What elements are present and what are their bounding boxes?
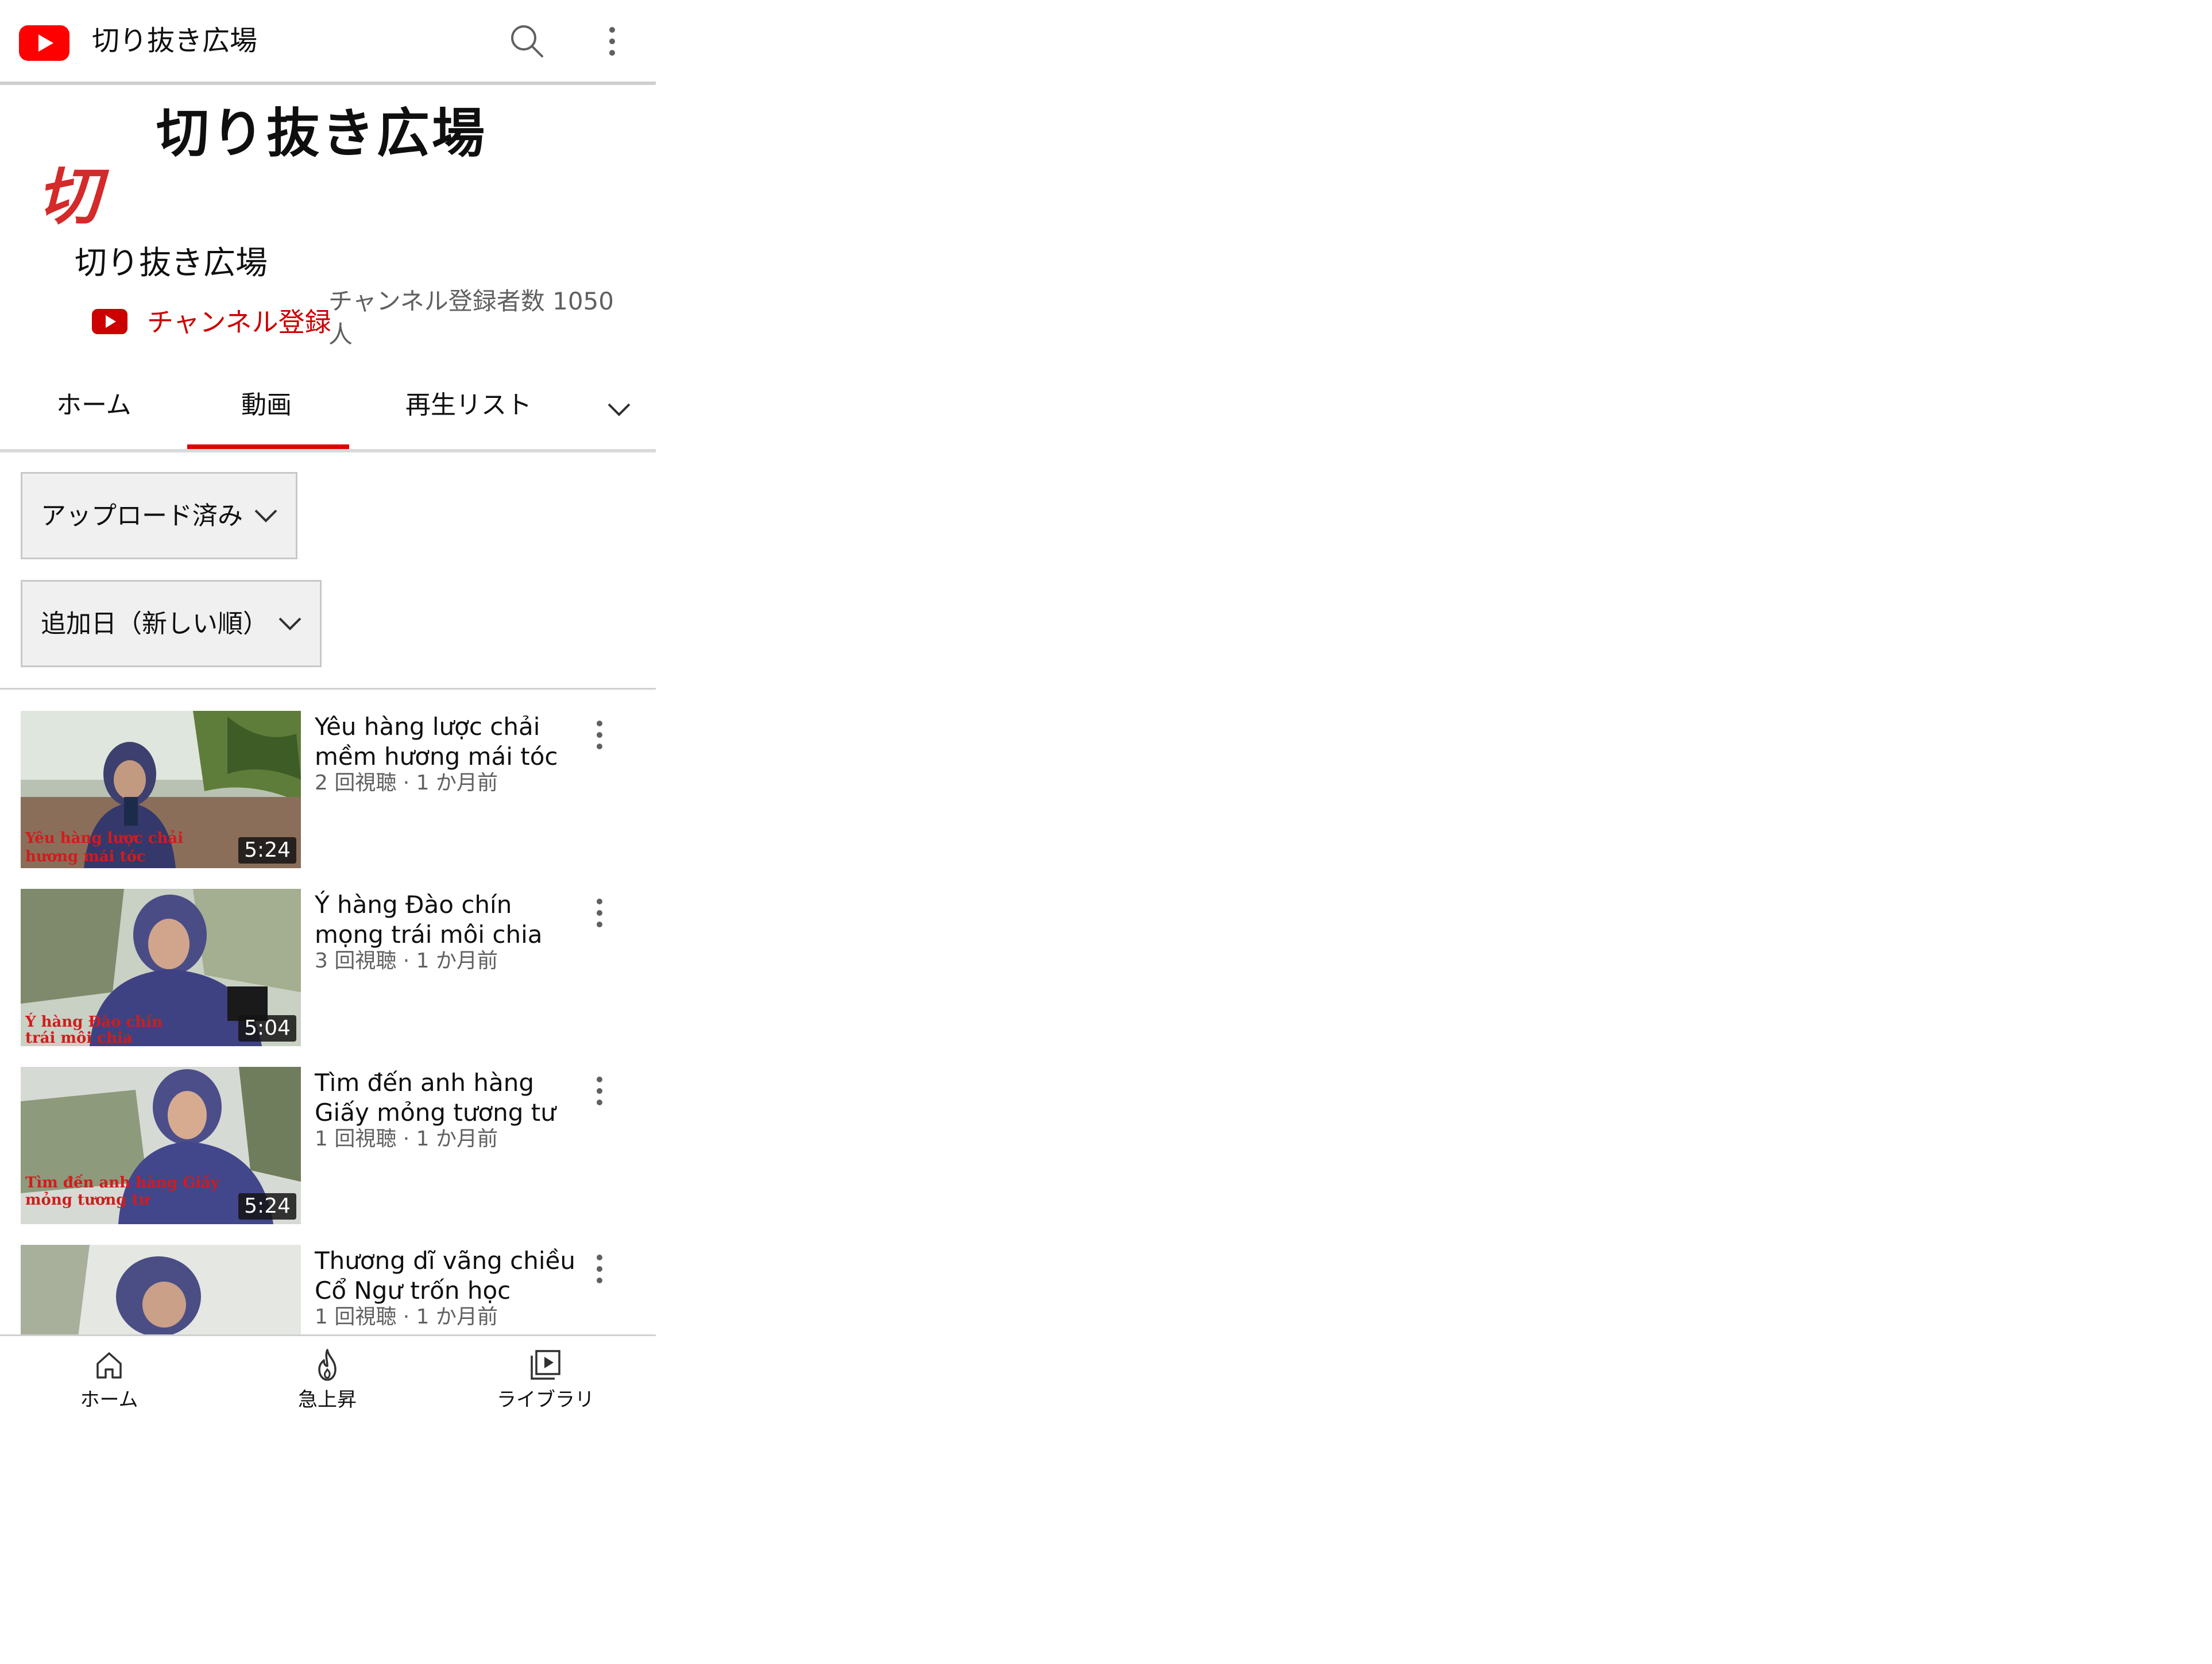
channel-banner-text: 切り抜き広場 (156, 103, 488, 164)
tab-videos[interactable]: 動画 (241, 388, 292, 423)
thumbnail-image (21, 1245, 301, 1334)
sort-filter-dropdown[interactable]: 追加日（新しい順） (21, 580, 322, 667)
video-title[interactable]: Thương dĩ vãng chiều Cổ Ngư trốn học (315, 1246, 579, 1306)
video-title[interactable]: Yêu hàng lược chải mềm hương mái tóc (315, 712, 579, 772)
video-thumbnail[interactable] (21, 1245, 301, 1334)
video-item[interactable]: Tìm đến anh hàng Giấy mỏng tương tư 5:24… (0, 1045, 656, 1224)
avatar-logo-mark: 切 (37, 160, 110, 233)
video-duration: 5:24 (238, 837, 296, 864)
youtube-subscribe-icon (92, 309, 127, 334)
app-bar: 切り抜き広場 (0, 0, 656, 85)
svg-text:hương mái tóc: hương mái tóc (25, 848, 146, 865)
video-thumbnail[interactable]: Ý hàng Đào chín trái môi chia 5:04 (21, 889, 301, 1046)
nav-home-label: ホーム (80, 1388, 138, 1411)
upload-filter-label: アップロード済み (41, 501, 243, 531)
video-title[interactable]: Tìm đến anh hàng Giấy mỏng tương tư (315, 1068, 579, 1128)
more-vert-icon[interactable] (585, 890, 614, 936)
app-title: 切り抜き広場 (92, 25, 258, 57)
video-title[interactable]: Ý hàng Đào chín mọng trái môi chia (315, 890, 579, 950)
video-item[interactable]: Thương dĩ vãng chiều Cổ Ngư trốn học 1 回… (0, 1223, 656, 1334)
more-vert-icon[interactable] (585, 1246, 614, 1292)
svg-text:trái môi chia: trái môi chia (25, 1030, 133, 1046)
tab-playlists[interactable]: 再生リスト (405, 388, 532, 423)
video-duration: 5:24 (238, 1193, 296, 1220)
youtube-app-screen: 切り抜き広場 切り抜き広場 切 切り抜き広場 チャンネル登録 チャンネル登録者数… (0, 0, 656, 1418)
nav-home[interactable]: ホーム (40, 1346, 178, 1413)
more-vert-icon[interactable] (597, 21, 627, 62)
nav-library[interactable]: ライブラリ (477, 1346, 614, 1413)
svg-text:Ý hàng Đào chín: Ý hàng Đào chín (25, 1012, 163, 1031)
video-item[interactable]: Yêu hàng lược chải hương mái tóc 5:24 Yê… (0, 689, 656, 868)
channel-name: 切り抜き広場 (75, 245, 268, 282)
nav-library-label: ライブラリ (497, 1388, 594, 1411)
upload-filter-dropdown[interactable]: アップロード済み (21, 472, 297, 559)
channel-tabs: ホーム 動画 再生リスト (0, 367, 656, 452)
chevron-down-icon[interactable] (603, 393, 635, 425)
video-thumbnail[interactable]: Tìm đến anh hàng Giấy mỏng tương tư 5:24 (21, 1067, 301, 1224)
video-meta: 3 回視聴 · 1 か月前 (315, 949, 498, 973)
video-meta: 1 回視聴 · 1 か月前 (315, 1305, 498, 1329)
search-icon[interactable] (506, 21, 548, 62)
subscribe-label: チャンネル登録 (147, 307, 331, 338)
chevron-down-icon (279, 617, 301, 630)
bottom-nav: ホーム 急上昇 ライブラリ (0, 1334, 656, 1418)
library-icon (531, 1350, 560, 1380)
chevron-down-icon (254, 509, 277, 523)
video-thumbnail[interactable]: Yêu hàng lược chải hương mái tóc 5:24 (21, 711, 301, 868)
svg-text:切: 切 (37, 161, 110, 230)
svg-text:mỏng tương tư: mỏng tương tư (25, 1191, 150, 1209)
trending-fire-icon (318, 1349, 337, 1381)
svg-text:Yêu hàng lược chải: Yêu hàng lược chải (25, 830, 183, 847)
nav-trending-label: 急上昇 (298, 1388, 357, 1411)
svg-text:Tìm đến anh hàng Giấy: Tìm đến anh hàng Giấy (25, 1174, 220, 1191)
youtube-logo-icon[interactable] (19, 25, 69, 61)
home-icon (96, 1352, 122, 1379)
video-meta: 1 回視聴 · 1 か月前 (315, 1127, 498, 1151)
more-vert-icon[interactable] (585, 712, 614, 758)
video-item[interactable]: Ý hàng Đào chín trái môi chia 5:04 Ý hàn… (0, 867, 656, 1046)
video-list: Yêu hàng lược chải hương mái tóc 5:24 Yê… (0, 689, 656, 1334)
subscriber-count: チャンネル登録者数 1050 人 (328, 287, 614, 349)
more-vert-icon[interactable] (585, 1068, 614, 1114)
channel-avatar[interactable]: 切 (34, 160, 121, 233)
sort-filter-label: 追加日（新しい順） (41, 609, 268, 638)
video-duration: 5:04 (238, 1015, 296, 1042)
nav-trending[interactable]: 急上昇 (258, 1346, 396, 1413)
tab-selected-indicator (187, 444, 349, 449)
tab-home[interactable]: ホーム (56, 388, 132, 423)
video-meta: 2 回視聴 · 1 か月前 (315, 771, 498, 795)
